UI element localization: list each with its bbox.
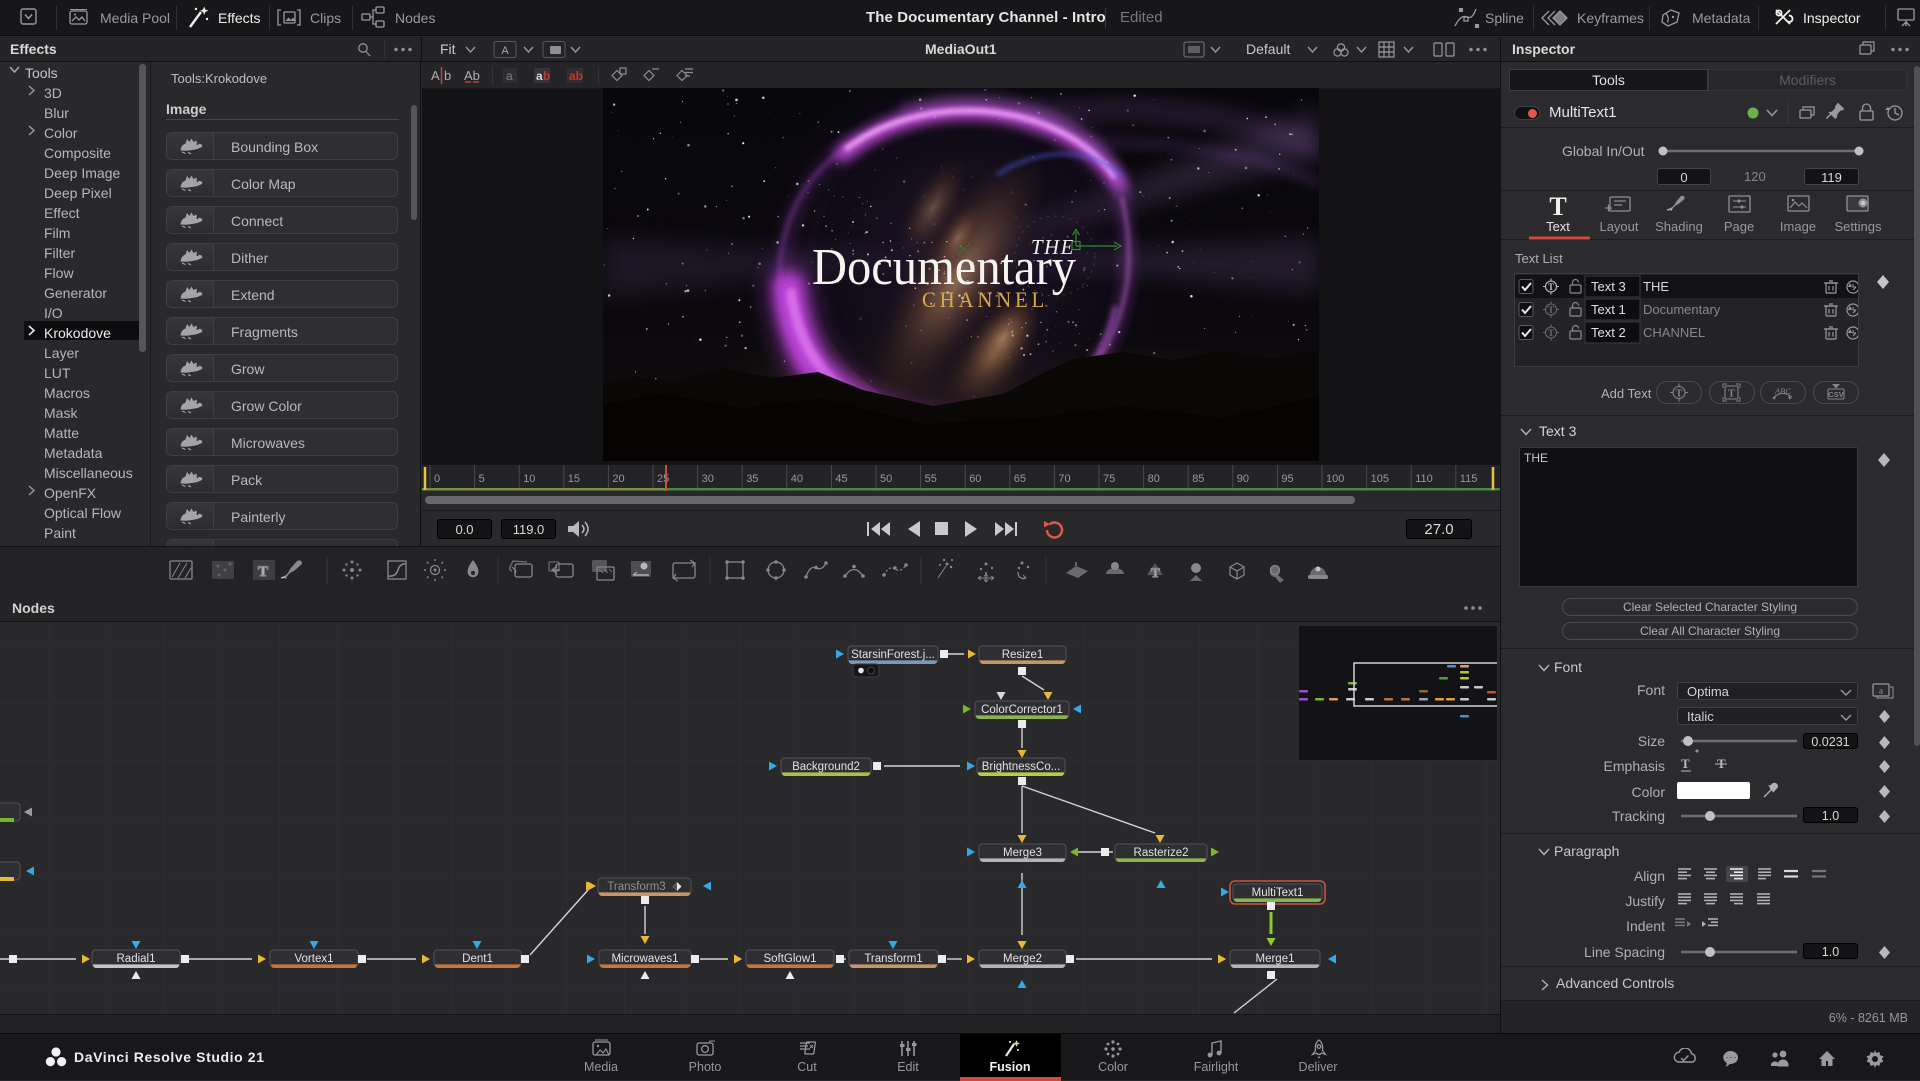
svg-text:105: 105 <box>1371 473 1389 485</box>
svg-text:T: T <box>1151 565 1160 580</box>
svg-text:10: 10 <box>523 473 535 485</box>
svg-text:Image: Image <box>1780 219 1816 234</box>
svg-text:Transform3: Transform3 <box>607 881 665 893</box>
svg-text:b: b <box>444 68 451 83</box>
svg-text:Dent1: Dent1 <box>462 953 493 965</box>
svg-text:a: a <box>1879 686 1883 696</box>
svg-text:MultiText1: MultiText1 <box>1252 887 1304 899</box>
svg-text:65: 65 <box>1014 473 1026 485</box>
svg-text:T: T <box>1548 305 1554 315</box>
svg-text:5: 5 <box>479 473 485 485</box>
svg-text:BrightnessCo...: BrightnessCo... <box>982 761 1061 773</box>
svg-text:Settings: Settings <box>1835 219 1882 234</box>
svg-text:a: a <box>506 69 513 83</box>
svg-text:a: a <box>536 69 543 83</box>
svg-text:115: 115 <box>1460 473 1478 485</box>
svg-text:50: 50 <box>880 473 892 485</box>
svg-text:Transform1: Transform1 <box>864 953 922 965</box>
svg-text:Text: Text <box>1546 219 1570 234</box>
svg-text:0: 0 <box>434 473 440 485</box>
svg-text:Radial1: Radial1 <box>117 953 156 965</box>
svg-text:85: 85 <box>1192 473 1204 485</box>
svg-text:A: A <box>431 68 440 83</box>
svg-text:Rasterize2: Rasterize2 <box>1134 847 1189 859</box>
svg-text:T: T <box>1676 389 1683 400</box>
svg-text:T: T <box>1728 389 1735 400</box>
svg-text:CHANNEL: CHANNEL <box>922 287 1048 312</box>
svg-text:THE: THE <box>1643 279 1669 294</box>
svg-text:A: A <box>501 45 509 57</box>
svg-text:90: 90 <box>1237 473 1249 485</box>
svg-text:80: 80 <box>1148 473 1160 485</box>
svg-text:Layout: Layout <box>1599 219 1638 234</box>
svg-text:Text 2: Text 2 <box>1591 325 1626 340</box>
svg-text:100: 100 <box>1326 473 1344 485</box>
svg-text:Text 1: Text 1 <box>1591 302 1626 317</box>
svg-text:55: 55 <box>925 473 937 485</box>
svg-text:T: T <box>1548 282 1554 292</box>
svg-text:SoftGlow1: SoftGlow1 <box>763 953 816 965</box>
svg-text:110: 110 <box>1415 473 1433 485</box>
svg-text:75: 75 <box>1103 473 1115 485</box>
svg-text:15: 15 <box>568 473 580 485</box>
svg-text:CSV: CSV <box>1828 390 1843 399</box>
svg-text:StarsinForest.j...: StarsinForest.j... <box>851 649 935 661</box>
svg-text:Merge2: Merge2 <box>1003 953 1042 965</box>
svg-text:Ab: Ab <box>464 68 480 83</box>
svg-text:Vortex1: Vortex1 <box>295 953 334 965</box>
svg-text:CHANNEL: CHANNEL <box>1643 325 1705 340</box>
svg-text:95: 95 <box>1281 473 1293 485</box>
svg-text:25: 25 <box>657 473 669 485</box>
svg-text:40: 40 <box>791 473 803 485</box>
svg-text:20: 20 <box>612 473 624 485</box>
svg-text:T: T <box>258 564 268 580</box>
svg-text:35: 35 <box>746 473 758 485</box>
svg-text:45: 45 <box>835 473 847 485</box>
svg-text:Shading: Shading <box>1655 219 1703 234</box>
svg-text:T: T <box>1681 756 1690 771</box>
svg-text:T: T <box>1548 328 1554 338</box>
svg-text:Documentary: Documentary <box>1643 302 1721 317</box>
svg-text:60: 60 <box>969 473 981 485</box>
svg-text:Text 3: Text 3 <box>1591 279 1626 294</box>
svg-text:Merge3: Merge3 <box>1003 847 1042 859</box>
svg-text:Microwaves1: Microwaves1 <box>611 953 678 965</box>
svg-text:Background2: Background2 <box>792 761 860 773</box>
svg-text:Merge1: Merge1 <box>1256 953 1295 965</box>
svg-text:ColorCorrector1: ColorCorrector1 <box>981 704 1063 716</box>
svg-text:b: b <box>543 69 550 83</box>
svg-text:Page: Page <box>1724 219 1754 234</box>
svg-text:70: 70 <box>1058 473 1070 485</box>
svg-text:Resize1: Resize1 <box>1002 649 1044 661</box>
svg-text:ab: ab <box>569 69 583 83</box>
svg-text:30: 30 <box>702 473 714 485</box>
svg-text:T: T <box>1549 192 1566 221</box>
